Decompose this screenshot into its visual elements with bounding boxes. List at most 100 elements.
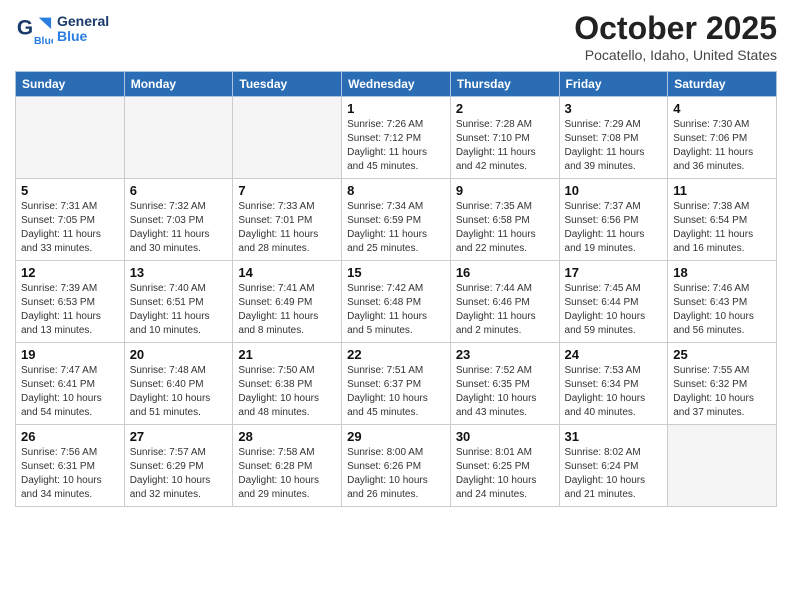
calendar-cell: 7 Sunrise: 7:33 AM Sunset: 7:01 PM Daylig…: [233, 179, 342, 261]
month-title: October 2025: [574, 10, 777, 47]
calendar-cell: 15Sunrise: 7:42 AM Sunset: 6:48 PM Dayli…: [342, 261, 451, 343]
calendar-cell: 16 Sunrise: 7:44 AM Sunset: 6:46 PM Dayli…: [450, 261, 559, 343]
logo: G Blue General Blue: [15, 10, 109, 48]
cell-info: Sunrise: 7:42 AM Sunset: 6:48 PM Dayligh…: [347, 282, 445, 338]
day-number: 31: [565, 429, 663, 444]
day-number: 14: [238, 265, 336, 280]
day-number: 10: [565, 183, 663, 198]
calendar-cell: 9Sunrise: 7:35 AM Sunset: 6:58 PM Daylig…: [450, 179, 559, 261]
cell-info: Sunrise: 7:47 AM Sunset: 6:41 PM Dayligh…: [21, 364, 119, 420]
logo-general-text: General: [57, 14, 109, 29]
day-number: 16: [456, 265, 554, 280]
col-tuesday: Tuesday: [233, 72, 342, 97]
day-number: 13: [130, 265, 228, 280]
cell-info: Sunrise: 7:45 AM Sunset: 6:44 PM Dayligh…: [565, 282, 663, 338]
col-wednesday: Wednesday: [342, 72, 451, 97]
cell-info: Sunrise: 7:51 AM Sunset: 6:37 PM Dayligh…: [347, 364, 445, 420]
calendar-cell: 24 Sunrise: 7:53 AM Sunset: 6:34 PM Dayli…: [559, 343, 668, 425]
calendar-week-1: 1 Sunrise: 7:26 AM Sunset: 7:12 PM Daylig…: [16, 97, 777, 179]
calendar-week-4: 19Sunrise: 7:47 AM Sunset: 6:41 PM Dayli…: [16, 343, 777, 425]
day-number: 20: [130, 347, 228, 362]
calendar-cell: 31 Sunrise: 8:02 AM Sunset: 6:24 PM Dayli…: [559, 425, 668, 507]
location-text: Pocatello, Idaho, United States: [574, 47, 777, 63]
cell-info: Sunrise: 7:44 AM Sunset: 6:46 PM Dayligh…: [456, 282, 554, 338]
cell-info: Sunrise: 7:48 AM Sunset: 6:40 PM Dayligh…: [130, 364, 228, 420]
calendar-cell: 6 Sunrise: 7:32 AM Sunset: 7:03 PM Daylig…: [124, 179, 233, 261]
calendar-cell: 19Sunrise: 7:47 AM Sunset: 6:41 PM Dayli…: [16, 343, 125, 425]
day-number: 29: [347, 429, 445, 444]
day-number: 22: [347, 347, 445, 362]
logo-blue-text: Blue: [57, 29, 109, 44]
cell-info: Sunrise: 8:01 AM Sunset: 6:25 PM Dayligh…: [456, 446, 554, 502]
page: G Blue General Blue October 2025 Pocatel…: [0, 0, 792, 612]
cell-info: Sunrise: 7:31 AM Sunset: 7:05 PM Dayligh…: [21, 200, 119, 256]
calendar-week-2: 5Sunrise: 7:31 AM Sunset: 7:05 PM Daylig…: [16, 179, 777, 261]
day-number: 8: [347, 183, 445, 198]
cell-info: Sunrise: 7:33 AM Sunset: 7:01 PM Dayligh…: [238, 200, 336, 256]
calendar-cell: 17Sunrise: 7:45 AM Sunset: 6:44 PM Dayli…: [559, 261, 668, 343]
svg-text:Blue: Blue: [34, 36, 53, 47]
svg-text:G: G: [17, 17, 33, 40]
calendar-cell: 10Sunrise: 7:37 AM Sunset: 6:56 PM Dayli…: [559, 179, 668, 261]
calendar-cell: 3Sunrise: 7:29 AM Sunset: 7:08 PM Daylig…: [559, 97, 668, 179]
calendar-cell: 2 Sunrise: 7:28 AM Sunset: 7:10 PM Daylig…: [450, 97, 559, 179]
day-number: 9: [456, 183, 554, 198]
calendar-cell: 29 Sunrise: 8:00 AM Sunset: 6:26 PM Dayli…: [342, 425, 451, 507]
col-monday: Monday: [124, 72, 233, 97]
day-number: 1: [347, 101, 445, 116]
col-friday: Friday: [559, 72, 668, 97]
cell-info: Sunrise: 7:53 AM Sunset: 6:34 PM Dayligh…: [565, 364, 663, 420]
cell-info: Sunrise: 8:00 AM Sunset: 6:26 PM Dayligh…: [347, 446, 445, 502]
day-number: 6: [130, 183, 228, 198]
calendar-cell: 23Sunrise: 7:52 AM Sunset: 6:35 PM Dayli…: [450, 343, 559, 425]
day-number: 12: [21, 265, 119, 280]
calendar-cell: [16, 97, 125, 179]
cell-info: Sunrise: 7:39 AM Sunset: 6:53 PM Dayligh…: [21, 282, 119, 338]
calendar-cell: 25 Sunrise: 7:55 AM Sunset: 6:32 PM Dayli…: [668, 343, 777, 425]
cell-info: Sunrise: 7:32 AM Sunset: 7:03 PM Dayligh…: [130, 200, 228, 256]
calendar-cell: 1 Sunrise: 7:26 AM Sunset: 7:12 PM Daylig…: [342, 97, 451, 179]
calendar-cell: 5Sunrise: 7:31 AM Sunset: 7:05 PM Daylig…: [16, 179, 125, 261]
title-block: October 2025 Pocatello, Idaho, United St…: [574, 10, 777, 63]
col-saturday: Saturday: [668, 72, 777, 97]
calendar-week-3: 12 Sunrise: 7:39 AM Sunset: 6:53 PM Dayli…: [16, 261, 777, 343]
cell-info: Sunrise: 7:56 AM Sunset: 6:31 PM Dayligh…: [21, 446, 119, 502]
header: G Blue General Blue October 2025 Pocatel…: [15, 10, 777, 63]
calendar-cell: 13 Sunrise: 7:40 AM Sunset: 6:51 PM Dayli…: [124, 261, 233, 343]
cell-info: Sunrise: 7:40 AM Sunset: 6:51 PM Dayligh…: [130, 282, 228, 338]
cell-info: Sunrise: 7:55 AM Sunset: 6:32 PM Dayligh…: [673, 364, 771, 420]
day-number: 23: [456, 347, 554, 362]
calendar-cell: 22 Sunrise: 7:51 AM Sunset: 6:37 PM Dayli…: [342, 343, 451, 425]
day-number: 25: [673, 347, 771, 362]
calendar-cell: 20 Sunrise: 7:48 AM Sunset: 6:40 PM Dayli…: [124, 343, 233, 425]
cell-info: Sunrise: 7:57 AM Sunset: 6:29 PM Dayligh…: [130, 446, 228, 502]
calendar-cell: [233, 97, 342, 179]
cell-info: Sunrise: 8:02 AM Sunset: 6:24 PM Dayligh…: [565, 446, 663, 502]
day-number: 7: [238, 183, 336, 198]
cell-info: Sunrise: 7:29 AM Sunset: 7:08 PM Dayligh…: [565, 118, 663, 174]
cell-info: Sunrise: 7:28 AM Sunset: 7:10 PM Dayligh…: [456, 118, 554, 174]
calendar-week-5: 26Sunrise: 7:56 AM Sunset: 6:31 PM Dayli…: [16, 425, 777, 507]
calendar-cell: 27 Sunrise: 7:57 AM Sunset: 6:29 PM Dayli…: [124, 425, 233, 507]
calendar-cell: 26Sunrise: 7:56 AM Sunset: 6:31 PM Dayli…: [16, 425, 125, 507]
day-number: 28: [238, 429, 336, 444]
cell-info: Sunrise: 7:34 AM Sunset: 6:59 PM Dayligh…: [347, 200, 445, 256]
cell-info: Sunrise: 7:41 AM Sunset: 6:49 PM Dayligh…: [238, 282, 336, 338]
calendar-table: Sunday Monday Tuesday Wednesday Thursday…: [15, 71, 777, 507]
logo-text: General Blue: [57, 14, 109, 45]
calendar-cell: 14 Sunrise: 7:41 AM Sunset: 6:49 PM Dayli…: [233, 261, 342, 343]
col-sunday: Sunday: [16, 72, 125, 97]
cell-info: Sunrise: 7:46 AM Sunset: 6:43 PM Dayligh…: [673, 282, 771, 338]
calendar-cell: 11Sunrise: 7:38 AM Sunset: 6:54 PM Dayli…: [668, 179, 777, 261]
day-number: 24: [565, 347, 663, 362]
day-number: 27: [130, 429, 228, 444]
cell-info: Sunrise: 7:30 AM Sunset: 7:06 PM Dayligh…: [673, 118, 771, 174]
day-number: 30: [456, 429, 554, 444]
day-number: 21: [238, 347, 336, 362]
col-thursday: Thursday: [450, 72, 559, 97]
cell-info: Sunrise: 7:58 AM Sunset: 6:28 PM Dayligh…: [238, 446, 336, 502]
calendar-cell: 18Sunrise: 7:46 AM Sunset: 6:43 PM Dayli…: [668, 261, 777, 343]
day-number: 2: [456, 101, 554, 116]
cell-info: Sunrise: 7:26 AM Sunset: 7:12 PM Dayligh…: [347, 118, 445, 174]
calendar-cell: 28 Sunrise: 7:58 AM Sunset: 6:28 PM Dayli…: [233, 425, 342, 507]
